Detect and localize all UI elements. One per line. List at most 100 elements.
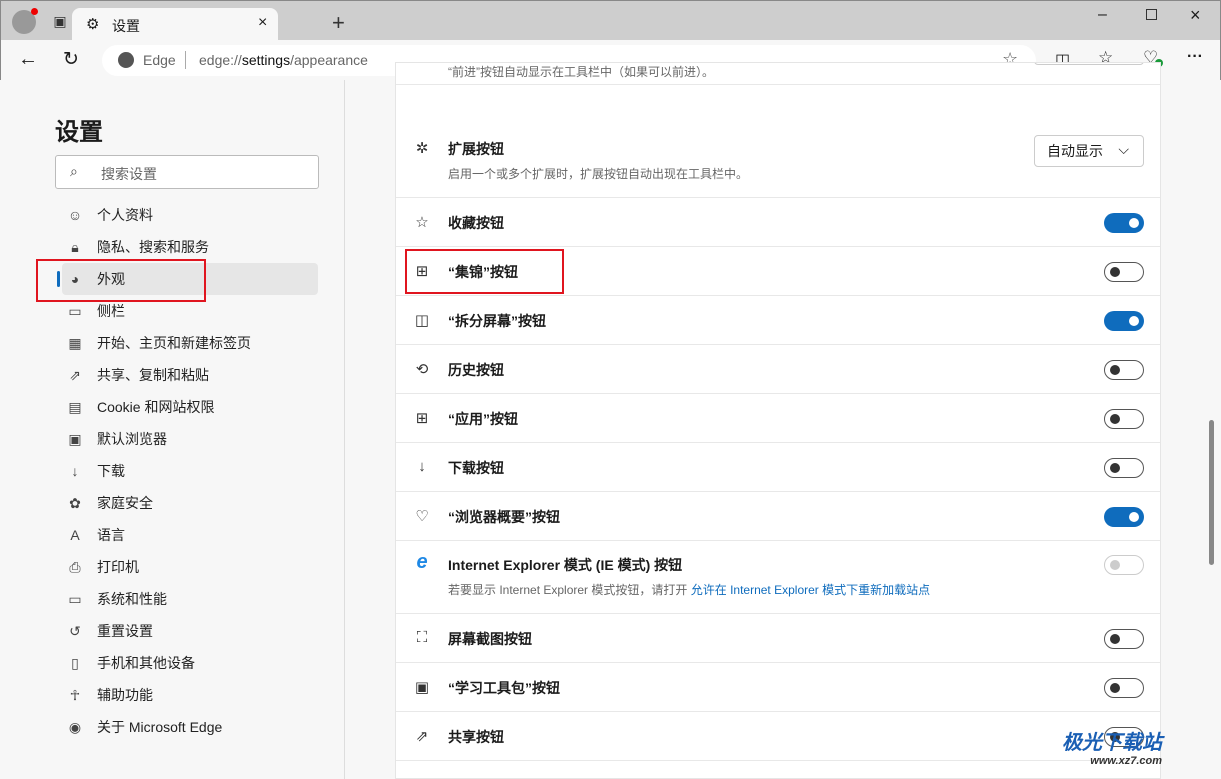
- close-tab-icon[interactable]: ×: [258, 14, 267, 32]
- toggle-switch[interactable]: [1104, 409, 1144, 429]
- sidebar-item[interactable]: ✿ 家庭安全: [62, 487, 318, 519]
- sidebar-item-label: 手机和其他设备: [97, 655, 195, 671]
- sidebar-item-label: 共享、复制和粘贴: [97, 367, 209, 383]
- row-title: 屏幕截图按钮: [448, 631, 532, 647]
- home-icon: ▦: [68, 334, 82, 351]
- learning-toolkit-icon: ▣: [414, 679, 430, 696]
- row-title: 下载按钮: [448, 460, 504, 476]
- auto-show-dropdown[interactable]: 自动显示⌵: [1034, 135, 1144, 167]
- sidebar-item-label: 语言: [97, 527, 125, 543]
- profile-avatar[interactable]: [12, 8, 38, 34]
- sidebar-item[interactable]: ▯ 手机和其他设备: [62, 647, 318, 679]
- sidebar-item-label: 系统和性能: [97, 591, 167, 607]
- edge-logo-icon: [118, 52, 134, 68]
- sidebar-item[interactable]: ⎙ 打印机: [62, 551, 318, 583]
- search-icon: ⌕: [70, 163, 78, 179]
- settings-row: ▣ “学习工具包”按钮: [396, 663, 1160, 712]
- lock-icon: 🔒︎: [71, 238, 79, 255]
- toggle-switch[interactable]: [1104, 262, 1144, 282]
- sidebar-item-label: 关于 Microsoft Edge: [97, 719, 223, 735]
- cookie-icon: ▤: [68, 398, 82, 415]
- sidebar-item[interactable]: ▤ Cookie 和网站权限: [62, 391, 318, 423]
- refresh-icon[interactable]: ↻: [63, 48, 79, 71]
- laptop-icon: ▭: [68, 590, 82, 607]
- sidebar-item-label: 默认浏览器: [97, 431, 167, 447]
- row-title: “拆分屏幕”按钮: [448, 313, 546, 329]
- row-description: “前进”按钮自动显示在工具栏中（如果可以前进）。: [448, 65, 714, 79]
- sidebar-item[interactable]: ▭ 系统和性能: [62, 583, 318, 615]
- settings-card: "前进"按钮“前进”按钮自动显示在工具栏中（如果可以前进）。自动显示⌵✲扩展按钮…: [395, 62, 1161, 779]
- search-input[interactable]: ⌕ 搜索设置: [55, 155, 319, 189]
- row-title: 扩展按钮: [448, 141, 504, 157]
- maximize-icon[interactable]: [1146, 9, 1157, 20]
- language-icon: A: [70, 527, 80, 543]
- sidebar-item[interactable]: ↺ 重置设置: [62, 615, 318, 647]
- toggle-switch[interactable]: [1104, 213, 1144, 233]
- sidebar-item-label: 辅助功能: [97, 687, 153, 703]
- toggle-switch[interactable]: [1104, 555, 1144, 575]
- row-title: “应用”按钮: [448, 411, 518, 427]
- page-title: 设置: [55, 119, 103, 146]
- toggle-switch[interactable]: [1104, 458, 1144, 478]
- sidebar-icon: ▭: [68, 302, 82, 319]
- url-text: edge://settings/appearance: [199, 52, 368, 68]
- row-title: 收藏按钮: [448, 215, 504, 231]
- row-description: 启用一个或多个扩展时，扩展按钮自动出现在工具栏中。: [448, 167, 749, 181]
- sidebar-item[interactable]: A 语言: [62, 519, 318, 551]
- highlight-box: [36, 259, 206, 302]
- screenshot-icon: ⛶: [416, 629, 428, 646]
- sidebar-item-label: 下载: [97, 463, 125, 479]
- tab-title: 设置: [112, 18, 140, 34]
- chevron-down-icon: ⌵: [1118, 141, 1129, 157]
- row-description: 若要显示 Internet Explorer 模式按钮，请打开 允许在 Inte…: [448, 583, 931, 597]
- settings-row: ◫ “拆分屏幕”按钮: [396, 296, 1160, 345]
- close-window-icon[interactable]: ×: [1190, 5, 1201, 26]
- download-icon: ↓: [71, 463, 79, 479]
- settings-row: e Internet Explorer 模式 (IE 模式) 按钮 若要显示 Int…: [396, 541, 1160, 614]
- share-icon: ⇗: [69, 366, 81, 383]
- sidebar-item[interactable]: ☥ 辅助功能: [62, 679, 318, 711]
- toggle-switch[interactable]: [1104, 311, 1144, 331]
- tab-actions-icon[interactable]: ▣: [50, 12, 70, 30]
- row-title: 历史按钮: [448, 362, 504, 378]
- favorites-icon: ☆: [415, 214, 429, 231]
- row-title: “学习工具包”按钮: [448, 680, 560, 696]
- sidebar-item-label: 个人资料: [97, 207, 153, 223]
- toggle-switch[interactable]: [1104, 678, 1144, 698]
- profile-icon: ☺: [67, 207, 83, 223]
- sidebar-item[interactable]: ↓ 下载: [62, 455, 318, 487]
- scrollbar-thumb[interactable]: [1209, 420, 1214, 565]
- auto-show-dropdown[interactable]: 自动显示⌵: [1034, 63, 1144, 65]
- settings-row: ✲ 扩展按钮 启用一个或多个扩展时，扩展按钮自动出现在工具栏中。 自动显示 ⌵: [396, 125, 1160, 198]
- toggle-switch[interactable]: [1104, 507, 1144, 527]
- watermark-logo: 极光下载站 www.xz7.com: [1062, 732, 1162, 767]
- sidebar-item[interactable]: ⇗ 共享、复制和粘贴: [62, 359, 318, 391]
- settings-row: ⟲ 历史按钮: [396, 345, 1160, 394]
- back-icon[interactable]: ←: [18, 48, 38, 71]
- ie-icon: e: [416, 551, 428, 573]
- settings-row: ↓ 下载按钮: [396, 443, 1160, 492]
- sidebar-item-label: 侧栏: [97, 303, 125, 319]
- toggle-switch[interactable]: [1104, 629, 1144, 649]
- sidebar-item[interactable]: ◉ 关于 Microsoft Edge: [62, 711, 318, 743]
- sidebar-item[interactable]: ▣ 默认浏览器: [62, 423, 318, 455]
- sidebar-item-label: 开始、主页和新建标签页: [97, 335, 251, 351]
- ie-mode-link[interactable]: 允许在 Internet Explorer 模式下重新加载站点: [691, 583, 930, 597]
- highlight-box: [405, 249, 564, 294]
- sidebar-item[interactable]: ▦ 开始、主页和新建标签页: [62, 327, 318, 359]
- toggle-switch[interactable]: [1104, 360, 1144, 380]
- split-screen-icon: ◫: [414, 312, 430, 329]
- history-icon: ⟲: [415, 361, 429, 378]
- settings-row: ⛶ 屏幕截图按钮: [396, 614, 1160, 663]
- minimize-icon[interactable]: –: [1098, 6, 1107, 24]
- more-icon[interactable]: ···: [1187, 48, 1203, 66]
- sidebar-item[interactable]: ☺ 个人资料: [62, 199, 318, 231]
- sidebar-item-label: Cookie 和网站权限: [97, 399, 215, 415]
- apps-icon: ⊞: [415, 410, 429, 427]
- row-title: “浏览器概要”按钮: [448, 509, 560, 525]
- sidebar-item-label: 重置设置: [97, 623, 153, 639]
- new-tab-icon[interactable]: +: [332, 10, 345, 36]
- tab-settings[interactable]: ⚙ 设置 ×: [72, 8, 278, 40]
- family-icon: ✿: [69, 494, 81, 511]
- settings-row: ⊞ “应用”按钮: [396, 394, 1160, 443]
